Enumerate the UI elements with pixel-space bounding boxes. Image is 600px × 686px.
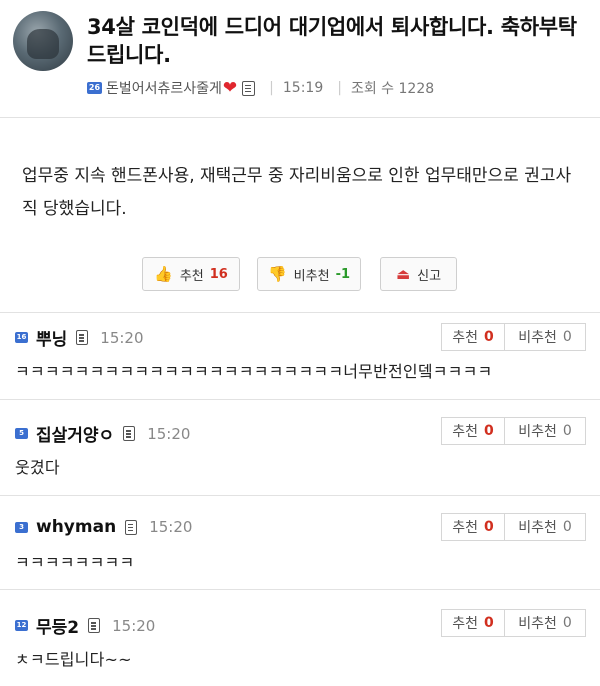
comment-downvote-label: 비추천	[518, 616, 557, 632]
comment-upvote-count: 0	[484, 519, 494, 535]
meta-divider: |	[269, 80, 274, 96]
post-header: 34살 코인덕에 드디어 대기업에서 퇴사합니다. 축하부탁드립니다. 26 돈…	[0, 0, 600, 118]
comment-upvote-label: 추천	[452, 616, 478, 632]
comment-time: 15:20	[112, 616, 156, 635]
comment-text: ㅊㅋ드립니다~~	[15, 650, 132, 669]
comment-upvote-label: 추천	[452, 424, 478, 440]
level-badge-icon: 12	[15, 620, 28, 631]
comment-text: 웃겼다	[15, 458, 60, 477]
comment-downvote-label: 비추천	[518, 424, 557, 440]
post-time: 15:19	[282, 80, 324, 96]
vote-bar: 👍 추천 16 👎 비추천 -1 ⏏ 신고	[0, 257, 600, 293]
comment-upvote-label: 추천	[452, 520, 478, 536]
comment-upvote-label: 추천	[452, 330, 478, 346]
view-count: 조회 수 1228	[351, 78, 434, 98]
comment-downvote-button[interactable]: 비추천 0	[505, 514, 585, 540]
document-icon[interactable]	[88, 618, 101, 633]
comment-upvote-button[interactable]: 추천 0	[442, 514, 505, 540]
level-badge-icon: 16	[15, 332, 28, 343]
downvote-count: -1	[335, 266, 351, 282]
comment-text: ㅋㅋㅋㅋㅋㅋㅋㅋ	[15, 553, 135, 572]
comment-nickname[interactable]: 뿌닝	[36, 325, 67, 350]
comment-item: 5 집살거양ㅇ 15:20 추천 0 비추천 0 웃겼다	[0, 401, 600, 496]
comment-item: 16 뿌닝 15:20 추천 0 비추천 0 ㅋㅋㅋㅋㅋㅋㅋㅋㅋㅋㅋㅋㅋㅋㅋㅋㅋㅋㅋ…	[0, 312, 600, 400]
alarm-icon: ⏏	[395, 265, 411, 283]
comment-upvote-button[interactable]: 추천 0	[442, 324, 505, 350]
comment-text: ㅋㅋㅋㅋㅋㅋㅋㅋㅋㅋㅋㅋㅋㅋㅋㅋㅋㅋㅋㅋㅋㅋ너무반전인뎈ㅋㅋㅋㅋ	[15, 362, 493, 381]
thumb-down-icon: 👎	[267, 265, 287, 283]
comment-time: 15:20	[147, 424, 191, 443]
author-nickname[interactable]: 돈벌어서츄르사줄게	[106, 78, 222, 98]
comment-downvote-label: 비추천	[518, 520, 557, 536]
comment-vote-box: 추천 0 비추천 0	[441, 323, 586, 351]
comment-upvote-button[interactable]: 추천 0	[442, 418, 505, 444]
post-title: 34살 코인덕에 드디어 대기업에서 퇴사합니다. 축하부탁드립니다.	[87, 15, 577, 67]
post-body: 업무중 지속 핸드폰사용, 재택근무 중 자리비움으로 인한 업무태만으로 권고…	[22, 166, 572, 219]
document-icon[interactable]	[125, 519, 138, 535]
comment-downvote-count: 0	[562, 329, 572, 345]
comment-item: 3 whyman 15:20 추천 0 비추천 0 ㅋㅋㅋㅋㅋㅋㅋㅋ	[0, 497, 600, 590]
views-label: 조회 수	[350, 81, 395, 97]
level-badge-icon: 5	[15, 428, 28, 439]
comment-downvote-count: 0	[562, 423, 572, 439]
comment-upvote-count: 0	[484, 423, 494, 439]
comment-vote-box: 추천 0 비추천 0	[441, 513, 586, 541]
comment-vote-box: 추천 0 비추천 0	[441, 417, 586, 445]
upvote-count: 16	[209, 266, 228, 282]
document-icon[interactable]	[76, 330, 89, 345]
comment-nickname[interactable]: 집살거양ㅇ	[36, 421, 114, 446]
downvote-label: 비추천	[293, 268, 330, 284]
comment-nickname[interactable]: 무등2	[36, 613, 79, 638]
upvote-button[interactable]: 👍 추천 16	[142, 257, 240, 291]
comment-upvote-count: 0	[484, 329, 494, 345]
report-label: 신고	[417, 268, 442, 284]
post-meta: 26 돈벌어서츄르사줄게 ❤ | 15:19 | 조회 수 1228	[87, 78, 434, 98]
comment-downvote-button[interactable]: 비추천 0	[505, 324, 585, 350]
report-button[interactable]: ⏏ 신고	[380, 257, 457, 291]
views-value: 1228	[398, 81, 435, 97]
heart-icon: ❤	[222, 77, 238, 98]
upvote-label: 추천	[179, 268, 204, 284]
comment-time: 15:20	[149, 518, 193, 536]
comment-upvote-count: 0	[484, 615, 494, 631]
document-icon[interactable]	[123, 426, 136, 441]
comment-vote-box: 추천 0 비추천 0	[441, 609, 586, 637]
level-badge-icon: 3	[15, 521, 28, 533]
meta-divider: |	[337, 80, 342, 96]
comment-item: 12 무등2 15:20 추천 0 비추천 0 ㅊㅋ드립니다~~	[0, 591, 600, 686]
document-icon[interactable]	[242, 80, 256, 96]
comment-nickname[interactable]: whyman	[36, 517, 116, 537]
comment-downvote-count: 0	[562, 615, 572, 631]
comment-time: 15:20	[100, 328, 144, 347]
comment-downvote-button[interactable]: 비추천 0	[505, 610, 585, 636]
comment-downvote-button[interactable]: 비추천 0	[505, 418, 585, 444]
comment-downvote-count: 0	[562, 519, 572, 535]
level-badge-icon: 26	[87, 82, 102, 94]
comment-downvote-label: 비추천	[518, 330, 557, 346]
thumb-up-icon: 👍	[154, 265, 173, 283]
downvote-button[interactable]: 👎 비추천 -1	[257, 257, 361, 291]
comment-upvote-button[interactable]: 추천 0	[442, 610, 505, 636]
author-avatar[interactable]	[13, 11, 73, 71]
